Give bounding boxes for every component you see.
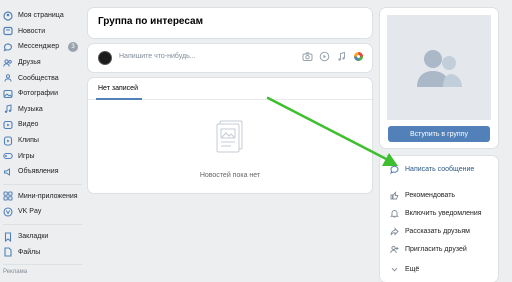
sidebar-item-files[interactable]: Файлы <box>0 244 88 260</box>
group-actions-card: Написать сообщение Рекомендовать Включит… <box>380 156 498 282</box>
tell-friends-button[interactable]: Рассказать друзьям <box>390 224 470 238</box>
enable-notifications-button[interactable]: Включить уведомления <box>390 206 482 220</box>
sidebar-item-music[interactable]: Музыка <box>0 102 88 118</box>
post-input[interactable]: Напишите что-нибудь... <box>119 53 196 60</box>
home-icon <box>3 11 13 21</box>
tab-no-posts[interactable]: Нет записей <box>98 85 138 92</box>
messenger-icon <box>3 42 13 52</box>
sidebar-footer-ads-link[interactable]: Реклама <box>0 269 88 275</box>
news-icon <box>3 26 13 36</box>
sidebar-item-messenger[interactable]: Мессенджер 3 <box>0 39 88 55</box>
sidebar-item-label: Друзья <box>18 59 41 67</box>
sidebar-item-communities[interactable]: Сообщества <box>0 70 88 86</box>
games-icon <box>3 151 13 161</box>
sidebar-item-games[interactable]: Игры <box>0 148 88 164</box>
sidebar-item-label: Клипы <box>18 137 39 145</box>
sidebar-item-label: Видео <box>18 121 39 129</box>
sidebar-item-label: Игры <box>18 152 35 160</box>
bell-icon <box>390 209 399 218</box>
message-icon <box>390 165 399 174</box>
group-title-card: Группа по интересам <box>88 8 372 38</box>
ads-icon <box>3 167 13 177</box>
sidebar-divider <box>3 183 82 185</box>
communities-icon <box>3 73 13 83</box>
tab-underline <box>96 98 142 100</box>
community-placeholder-icon <box>417 49 462 87</box>
action-label: Пригласить друзей <box>405 245 467 253</box>
clips-icon <box>3 135 13 146</box>
post-tools <box>302 51 364 62</box>
sidebar-item-label: Новости <box>18 27 46 35</box>
wall-tabs: Нет записей <box>88 78 372 100</box>
sidebar-divider <box>3 223 82 225</box>
group-photo-placeholder <box>387 15 491 120</box>
more-button[interactable]: Ещё <box>390 262 419 276</box>
photos-icon <box>3 89 13 99</box>
sidebar-divider <box>3 263 82 265</box>
video-icon <box>3 120 13 130</box>
vk-pay-icon <box>3 207 13 217</box>
unread-badge: 3 <box>68 41 78 52</box>
video-icon[interactable] <box>319 51 330 62</box>
action-label: Рекомендовать <box>405 191 456 199</box>
action-label: Рассказать друзьям <box>405 227 470 235</box>
group-avatar-card: Вступить в группу <box>380 8 498 148</box>
sidebar-item-label: Мини-приложения <box>18 192 78 200</box>
invite-icon <box>390 245 399 254</box>
sidebar-item-label: Музыка <box>18 105 43 113</box>
bookmarks-icon <box>3 231 13 242</box>
post-composer[interactable]: Напишите что-нибудь... <box>88 44 372 72</box>
sidebar-item-label: Закладки <box>18 233 49 241</box>
thumbs-up-icon <box>390 190 399 200</box>
share-icon <box>390 226 399 236</box>
music-icon[interactable] <box>336 51 347 62</box>
join-group-button[interactable]: Вступить в группу <box>388 126 490 142</box>
music-icon <box>3 104 13 114</box>
chevron-down-icon <box>390 265 399 274</box>
sidebar-item-vk-pay[interactable]: VK Pay <box>0 204 88 220</box>
sidebar-item-mini-apps[interactable]: Мини-приложения <box>0 189 88 205</box>
sidebar-item-bookmarks[interactable]: Закладки <box>0 229 88 245</box>
page-title: Группа по интересам <box>98 16 203 27</box>
sidebar-item-label: Фотографии <box>18 90 59 98</box>
recommend-button[interactable]: Рекомендовать <box>390 188 455 202</box>
action-label: Ещё <box>405 265 420 273</box>
sidebar-item-clips[interactable]: Клипы <box>0 133 88 149</box>
invite-friends-button[interactable]: Пригласить друзей <box>390 242 467 256</box>
sidebar-item-my-page[interactable]: Моя страница <box>0 8 88 24</box>
empty-state-text: Новостей пока нет <box>199 172 261 179</box>
files-icon <box>3 247 13 257</box>
sidebar-item-label: Моя страница <box>18 12 64 20</box>
sidebar-item-label: Мессенджер <box>18 43 60 51</box>
friends-icon <box>3 58 13 68</box>
sidebar-item-news[interactable]: Новости <box>0 24 88 40</box>
sidebar-item-label: Объявления <box>18 168 59 176</box>
wall-card: Нет записей Новостей пока нет <box>88 78 372 193</box>
empty-news-icon <box>216 120 243 153</box>
sidebar-item-label: VK Pay <box>18 208 42 216</box>
sidebar-item-friends[interactable]: Друзья <box>0 55 88 71</box>
sidebar-item-ads[interactable]: Объявления <box>0 164 88 180</box>
sidebar-item-photos[interactable]: Фотографии <box>0 86 88 102</box>
action-label: Включить уведомления <box>405 209 482 217</box>
sidebar-item-video[interactable]: Видео <box>0 117 88 133</box>
sidebar: Моя страница Новости Мессенджер 3 Друзья… <box>0 8 88 275</box>
sidebar-item-label: Файлы <box>18 248 41 256</box>
mini-apps-icon <box>3 191 13 201</box>
action-label: Написать сообщение <box>405 165 475 173</box>
avatar <box>98 51 112 65</box>
write-message-button[interactable]: Написать сообщение <box>390 162 474 176</box>
sidebar-item-label: Сообщества <box>18 74 59 82</box>
camera-icon[interactable] <box>302 51 313 62</box>
color-wheel-icon[interactable] <box>353 51 364 62</box>
